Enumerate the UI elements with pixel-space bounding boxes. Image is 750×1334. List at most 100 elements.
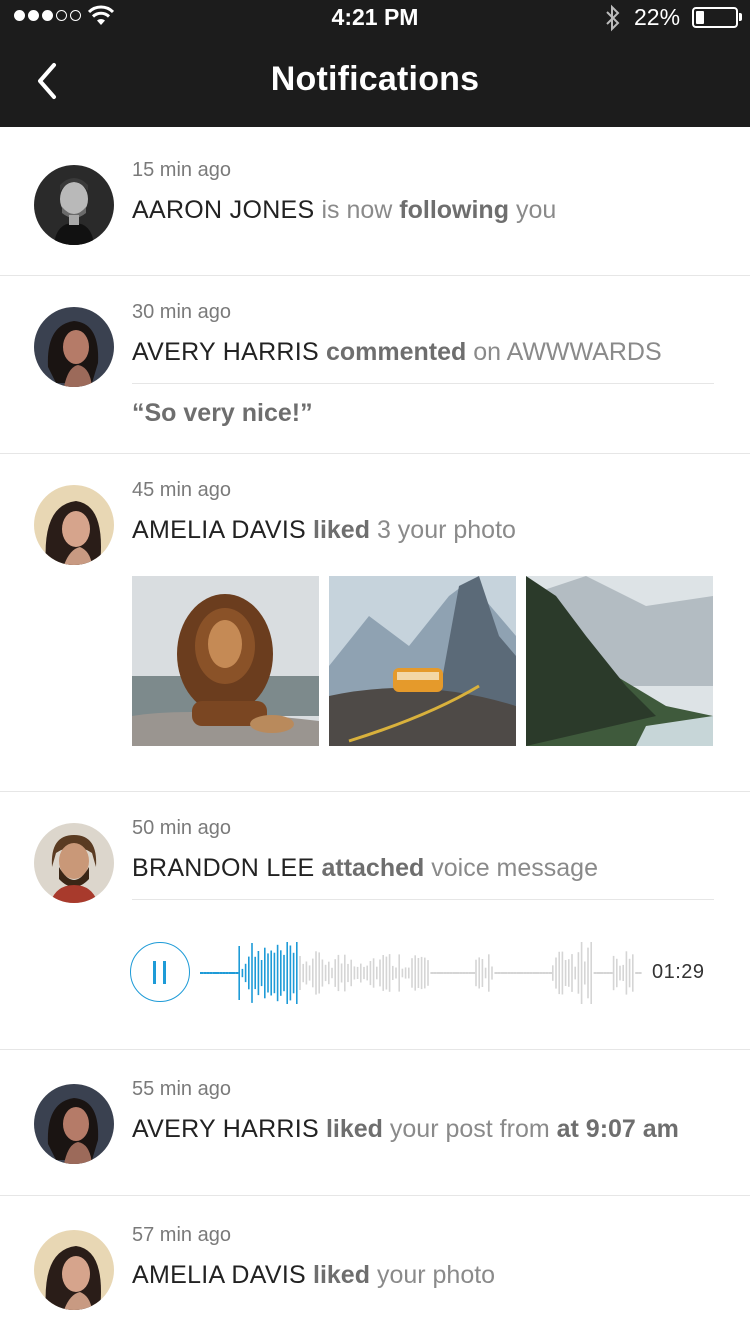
notification-item[interactable]: 15 min ago AARON JONES is now following … <box>0 127 750 276</box>
waveform-bar <box>539 972 543 974</box>
user-name[interactable]: BRANDON LEE <box>132 854 315 882</box>
waveform-bar <box>244 963 247 983</box>
notification-action: liked <box>325 1115 383 1143</box>
waveform-bar <box>203 972 207 974</box>
waveform-bar <box>222 972 226 974</box>
waveform-bar <box>510 972 514 974</box>
waveform-bar <box>257 951 260 996</box>
waveform-bar <box>587 947 589 999</box>
waveform-bar <box>558 951 560 995</box>
notification-action: liked <box>313 1261 370 1289</box>
waveform-bar <box>532 972 536 974</box>
waveform-bar <box>443 972 447 974</box>
avatar[interactable] <box>34 1230 114 1310</box>
waveform-bar <box>561 951 564 995</box>
waveform-bar <box>401 968 404 978</box>
waveform-bar <box>468 972 472 974</box>
notification-item[interactable]: 45 min ago AMELIA DAVIS liked 3 your pho… <box>0 454 750 792</box>
notification-item[interactable]: 30 min ago AVERY HARRIS commented on AWW… <box>0 276 750 454</box>
waveform-bar <box>235 972 239 974</box>
battery-percentage: 22% <box>634 4 681 30</box>
pause-icon <box>163 961 166 984</box>
audio-waveform[interactable] <box>200 942 642 1004</box>
waveform-bar <box>536 972 540 974</box>
waveform-bar <box>392 965 394 980</box>
waveform-bar <box>280 950 282 996</box>
waveform-bar <box>308 965 311 981</box>
user-name[interactable]: AVERY HARRIS <box>132 1115 319 1143</box>
notification-item[interactable]: 55 min ago AVERY HARRIS liked your post … <box>0 1050 750 1196</box>
waveform-bar <box>299 956 301 990</box>
waveform-bar <box>603 972 607 974</box>
notification-text: AVERY HARRIS commented on AWWWARDS <box>132 337 714 367</box>
waveform-bar <box>241 968 244 978</box>
waveform-bar <box>500 972 504 974</box>
waveform-bar <box>206 972 210 974</box>
battery-tip <box>739 13 742 21</box>
waveform-bar <box>616 958 618 988</box>
user-name[interactable]: AARON JONES <box>132 196 315 224</box>
waveform-bar <box>459 972 463 974</box>
waveform-bar <box>414 955 416 991</box>
waveform-bar <box>379 959 381 987</box>
waveform-bar <box>376 966 378 980</box>
notification-list: 15 min ago AARON JONES is now following … <box>0 127 750 1334</box>
waveform-bar <box>283 954 285 992</box>
notification-item[interactable]: 50 min ago BRANDON LEE attached voice me… <box>0 792 750 1050</box>
waveform-bar <box>504 972 508 974</box>
avatar[interactable] <box>34 165 114 245</box>
photo-thumbnail-lion[interactable] <box>132 576 319 746</box>
notification-time: 45 min ago <box>132 479 231 501</box>
notification-item[interactable]: 57 min ago AMELIA DAVIS liked your photo <box>0 1196 750 1334</box>
waveform-bar <box>548 972 552 974</box>
top-bar: 4:21 PM 22% Notifications <box>0 0 750 127</box>
waveform-bar <box>427 960 429 986</box>
waveform-bar <box>552 965 554 981</box>
avatar[interactable] <box>34 823 114 903</box>
waveform-bar <box>334 959 336 987</box>
waveform-bar <box>312 958 314 988</box>
photo-thumbnail-valley[interactable] <box>526 576 713 746</box>
waveform-bar <box>433 972 437 974</box>
status-bar: 4:21 PM 22% <box>0 0 750 40</box>
waveform-bar <box>200 972 204 974</box>
notification-action: attached <box>321 854 425 882</box>
waveform-bar <box>507 972 511 974</box>
waveform-bar <box>254 956 256 990</box>
waveform-bar <box>564 960 567 986</box>
waveform-bar <box>350 959 352 987</box>
waveform-bar <box>385 956 388 990</box>
avatar[interactable] <box>34 485 114 565</box>
waveform-bar <box>216 972 220 974</box>
waveform-bar <box>571 954 573 992</box>
avatar[interactable] <box>34 307 114 387</box>
notification-time: 30 min ago <box>132 301 231 323</box>
waveform-bar <box>337 954 340 992</box>
user-name[interactable]: AMELIA DAVIS <box>132 516 306 544</box>
waveform-bar <box>305 961 308 985</box>
waveform-bar <box>497 972 501 974</box>
waveform-bar <box>372 958 375 988</box>
waveform-bar <box>452 972 456 974</box>
user-name[interactable]: AVERY HARRIS <box>132 338 319 366</box>
waveform-bar <box>520 972 524 974</box>
pause-button[interactable] <box>130 942 190 1002</box>
waveform-bar <box>289 945 292 1001</box>
waveform-bar <box>369 961 372 986</box>
photo-thumbnail-van[interactable] <box>329 576 516 746</box>
waveform-bar <box>315 951 317 995</box>
divider <box>132 383 714 384</box>
notification-post-time: at 9:07 am <box>556 1115 679 1143</box>
waveform-bar <box>321 959 324 987</box>
notification-text: BRANDON LEE attached voice message <box>132 853 714 883</box>
waveform-bar <box>526 972 530 974</box>
user-name[interactable]: AMELIA DAVIS <box>132 1261 306 1289</box>
waveform-bar <box>609 972 613 974</box>
notification-post-text: your photo <box>376 1261 496 1289</box>
notification-post-text: on AWWWARDS <box>473 338 662 366</box>
battery-icon <box>692 7 738 28</box>
notification-post-text: voice message <box>431 854 598 882</box>
avatar[interactable] <box>34 1084 114 1164</box>
waveform-bar <box>228 972 232 974</box>
waveform-bar <box>270 950 272 996</box>
